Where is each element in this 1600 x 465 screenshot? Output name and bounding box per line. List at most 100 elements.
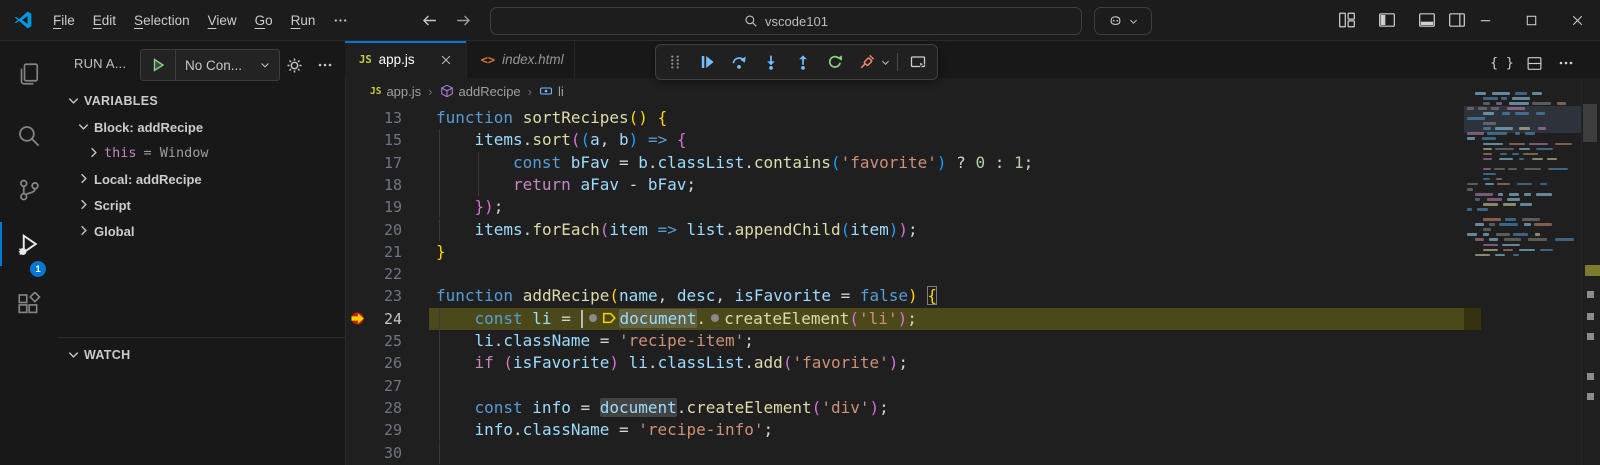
tab-index-html[interactable]: <> index.html — [466, 41, 575, 78]
section-header-variables[interactable]: VARIABLES — [58, 88, 353, 114]
tree-item-global[interactable]: Global — [58, 218, 363, 244]
token: const — [513, 152, 571, 172]
split-editor-icon[interactable] — [1521, 51, 1547, 75]
toolbar-drag-handle[interactable] — [660, 48, 690, 76]
line-number[interactable]: 18 — [345, 174, 402, 196]
code-editor[interactable]: 13 function sortRecipes() {15 items.sort((… — [345, 103, 1581, 465]
nav-back-icon[interactable] — [416, 8, 442, 32]
tree-item-script[interactable]: Script — [58, 192, 363, 218]
close-tab-icon[interactable] — [436, 50, 456, 70]
breakpoint-current-frame-icon[interactable] — [349, 310, 366, 327]
menu-item-file[interactable]: File — [44, 9, 84, 32]
code-line[interactable]: 27 — [345, 374, 1581, 397]
line-number[interactable]: 27 — [345, 375, 402, 397]
tree-item-this[interactable]: this = Window — [58, 140, 373, 166]
debug-dropdown-chevron-icon[interactable] — [878, 48, 892, 76]
token: appendChild — [734, 219, 841, 239]
minimap-line — [1508, 167, 1517, 171]
menu-item-view[interactable]: View — [199, 9, 246, 32]
code-line[interactable]: 23 function addRecipe(name, desc, isFavor… — [345, 285, 1581, 307]
minimize-button[interactable] — [1462, 0, 1508, 40]
gear-icon[interactable] — [283, 54, 305, 76]
sidebar-item-explorer[interactable] — [0, 54, 58, 94]
restart-icon[interactable] — [820, 48, 850, 76]
breadcrumb-item-li[interactable]: li — [539, 84, 564, 99]
continue-icon[interactable] — [692, 48, 722, 76]
nav-forward-icon[interactable] — [450, 8, 476, 32]
step-into-icon[interactable] — [756, 48, 786, 76]
toggle-primary-sidebar-icon[interactable] — [1378, 11, 1396, 29]
minimap-line — [1475, 193, 1493, 196]
sidebar-item-run-and-debug[interactable]: 1 — [0, 224, 58, 278]
step-out-icon[interactable] — [788, 48, 818, 76]
tab-app-js[interactable]: JS app.js — [345, 41, 467, 78]
code-line[interactable]: 24 const li = document. createElement('li'… — [345, 307, 1581, 330]
minimap-line — [1525, 132, 1535, 135]
breadcrumb-item-app-js[interactable]: JS app.js — [370, 84, 421, 99]
breadcrumb-item-addRecipe[interactable]: addRecipe — [440, 84, 521, 99]
line-number[interactable]: 20 — [345, 219, 402, 241]
menu-more-icon[interactable] — [324, 9, 357, 32]
line-number[interactable]: 29 — [345, 419, 402, 441]
line-number[interactable]: 13 — [345, 107, 402, 129]
section-header-watch[interactable]: WATCH — [58, 342, 353, 368]
more-actions-icon[interactable] — [314, 54, 336, 76]
breadcrumb-separator: › — [527, 83, 532, 99]
minimap-stackframe-marker — [1464, 307, 1481, 330]
code-line[interactable]: 15 items.sort((a, b) => { — [345, 129, 1581, 152]
code-line[interactable]: 18 return aFav - bFav; — [345, 173, 1581, 197]
sidebar-item-extensions[interactable] — [0, 284, 58, 324]
open-window-icon[interactable] — [903, 48, 933, 76]
line-number[interactable]: 23 — [345, 285, 402, 307]
inline-breakpoint-dot-icon[interactable] — [589, 314, 598, 323]
token: ; — [907, 308, 917, 328]
code-line[interactable]: 30 — [345, 441, 1581, 464]
close-button[interactable] — [1554, 0, 1600, 40]
code-line[interactable]: 19}); — [345, 196, 1581, 219]
line-number[interactable]: 17 — [345, 152, 402, 174]
code-line[interactable]: 22 — [345, 263, 1581, 285]
sidebar-item-search[interactable] — [0, 116, 58, 156]
toggle-panel-icon[interactable] — [1418, 11, 1436, 29]
code-line[interactable]: 25 li.className = 'recipe-item'; — [345, 330, 1581, 353]
token: , — [599, 130, 620, 150]
code-line[interactable]: 20 items.forEach(item => list.appendChild… — [345, 218, 1581, 241]
code-line-text: items.forEach(item => list.appendChild(i… — [475, 219, 918, 241]
line-number[interactable]: 25 — [345, 330, 402, 352]
line-number[interactable]: 15 — [345, 129, 402, 151]
line-number[interactable]: 19 — [345, 196, 402, 218]
sidebar-item-source-control[interactable] — [0, 170, 58, 210]
minimap[interactable] — [1464, 78, 1581, 465]
menu-item-run[interactable]: Run — [282, 9, 325, 32]
start-debug-icon[interactable] — [141, 50, 176, 80]
menu-item-selection[interactable]: Selection — [125, 9, 199, 32]
line-number[interactable]: 26 — [345, 352, 402, 374]
code-line[interactable]: 21} — [345, 241, 1581, 263]
copilot-button[interactable] — [1094, 7, 1152, 35]
maximize-button[interactable] — [1508, 0, 1554, 40]
indent-guide — [439, 196, 440, 219]
line-number[interactable]: 21 — [345, 241, 402, 263]
token: ) — [936, 152, 947, 172]
command-center-search[interactable]: vscode101 — [490, 7, 1082, 35]
scrollbar-thumb[interactable] — [1583, 104, 1597, 142]
step-over-icon[interactable] — [724, 48, 754, 76]
line-number[interactable]: 22 — [345, 263, 402, 285]
editor-more-actions-icon[interactable] — [1553, 51, 1579, 75]
debug-config-dropdown[interactable]: No Con... — [140, 49, 280, 81]
code-line[interactable]: 29 info.className = 'recipe-info'; — [345, 419, 1581, 442]
braces-icon[interactable]: { } — [1489, 51, 1515, 75]
menu-item-go[interactable]: Go — [246, 9, 282, 32]
menu-item-edit[interactable]: Edit — [84, 9, 125, 32]
code-line[interactable]: 13 function sortRecipes() { — [345, 107, 1581, 129]
minimap-line — [1514, 92, 1528, 95]
line-number[interactable]: 30 — [345, 442, 402, 464]
code-line[interactable]: 26 if (isFavorite) li.classList.add('favo… — [345, 352, 1581, 375]
customize-layout-icon[interactable] — [1338, 11, 1356, 29]
inline-breakpoint-dot-icon[interactable] — [711, 314, 720, 323]
tree-item-local-addrecipe[interactable]: Local: addRecipe — [58, 166, 363, 192]
line-number[interactable]: 28 — [345, 397, 402, 419]
code-line[interactable]: 28 const info = document.createElement('d… — [345, 396, 1581, 420]
tree-item-block-addrecipe[interactable]: Block: addRecipe — [58, 114, 363, 140]
code-line[interactable]: 17 const bFav = b.classList.contains('fav… — [345, 151, 1581, 174]
